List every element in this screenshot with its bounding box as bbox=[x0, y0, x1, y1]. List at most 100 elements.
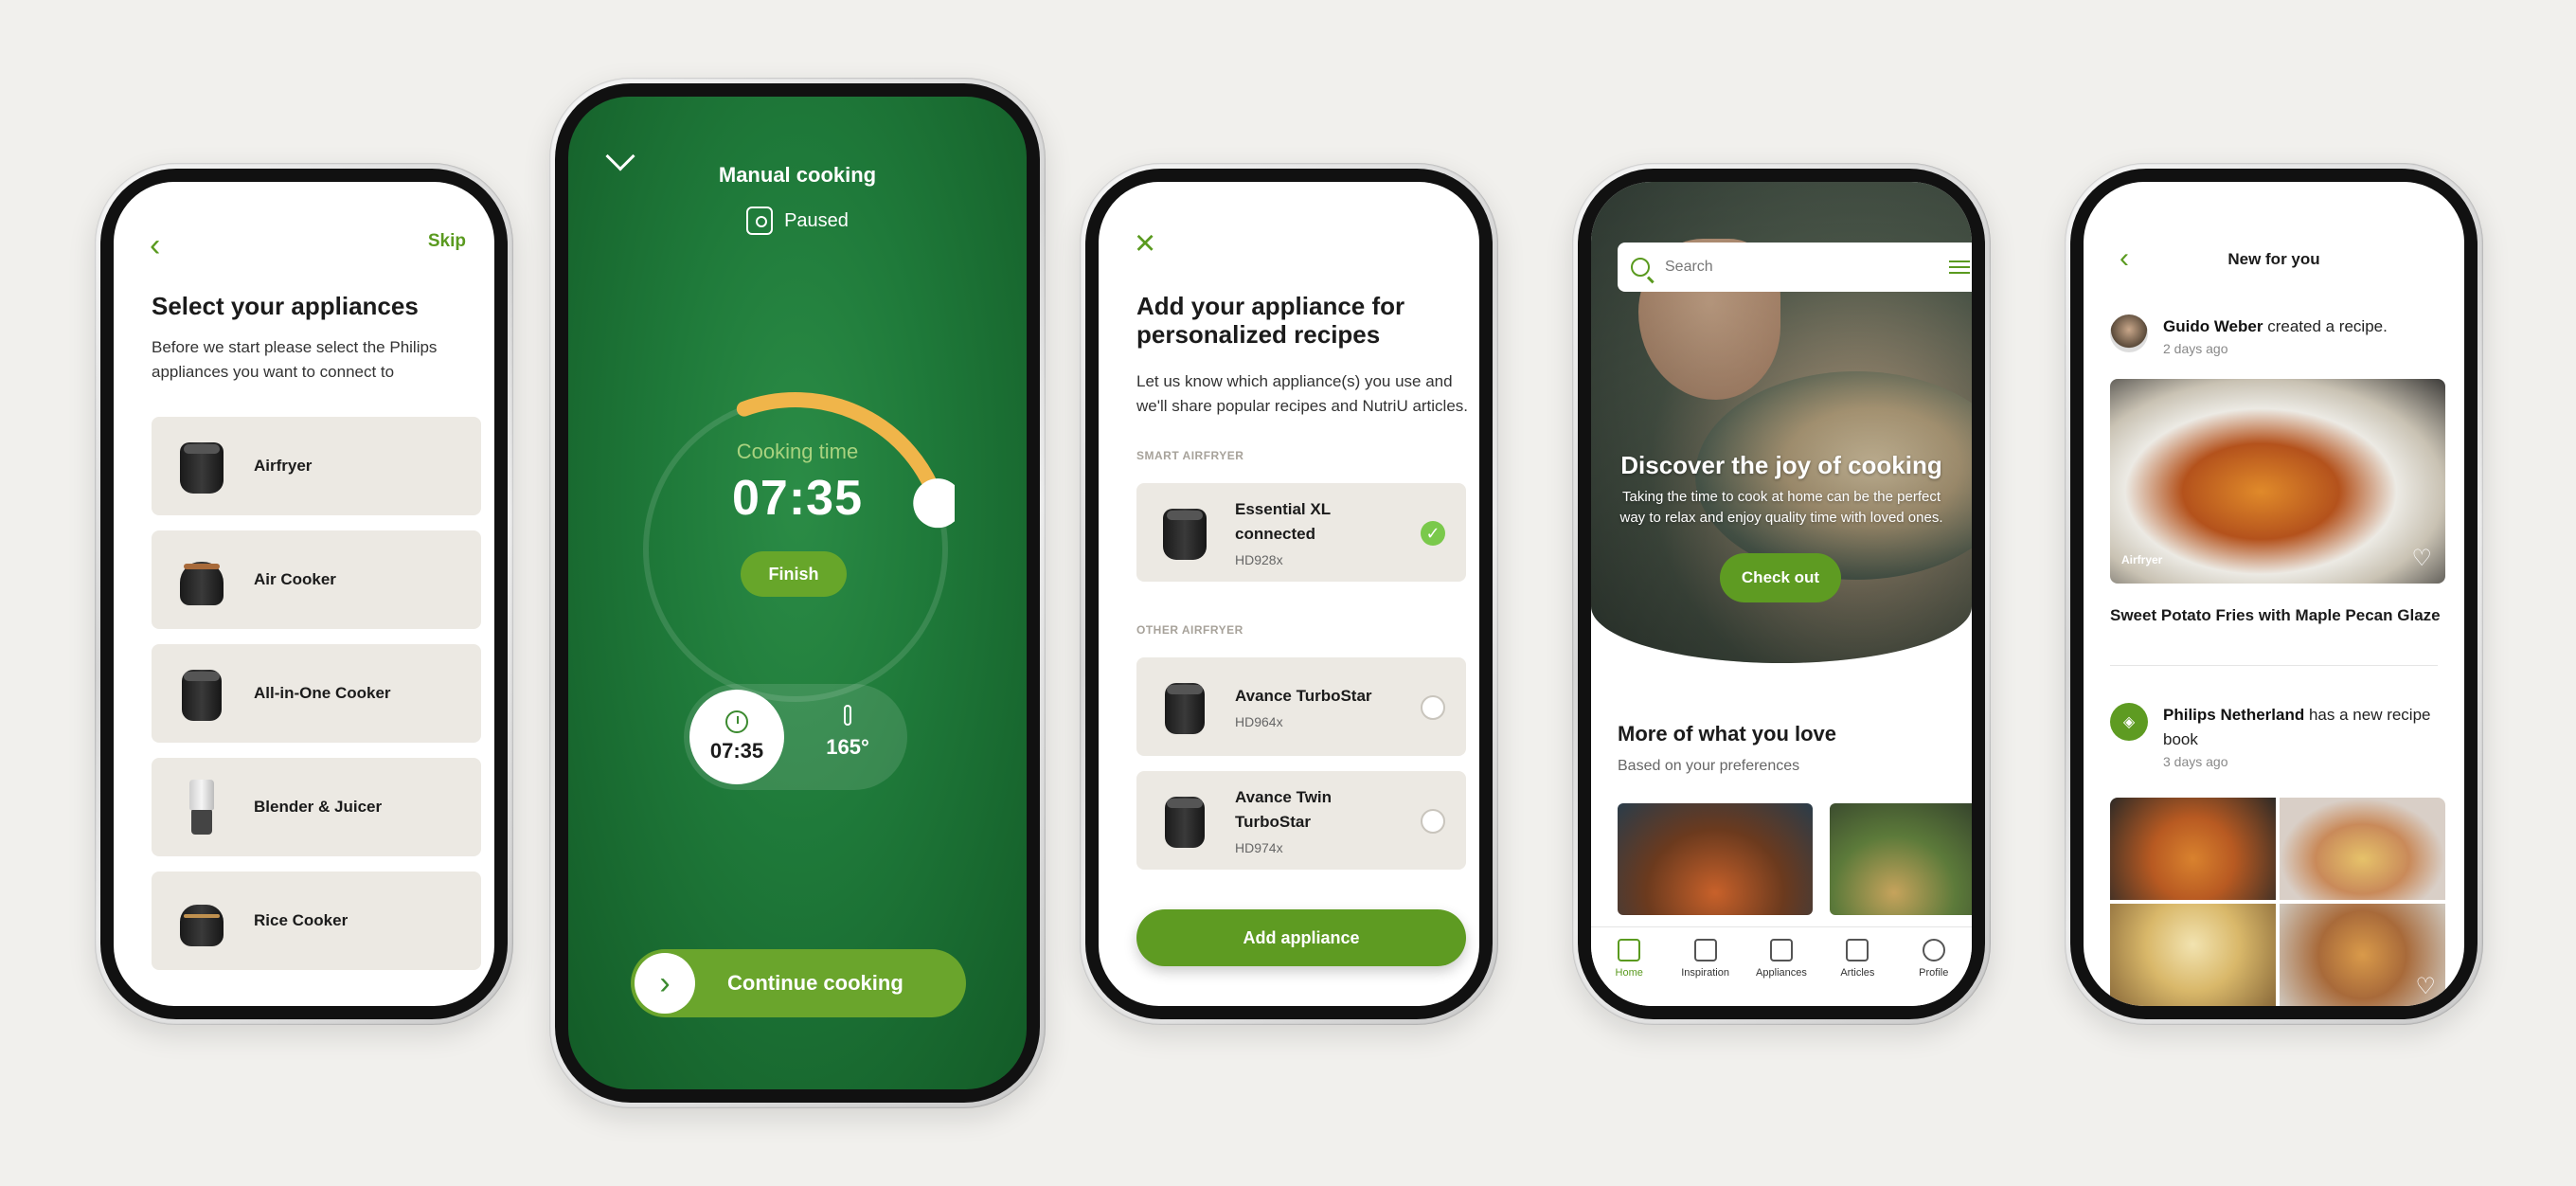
page-title: Add your appliance for personalized reci… bbox=[1136, 292, 1405, 349]
home-icon bbox=[1618, 939, 1641, 961]
screen-home: Search Discover the joy of cooking Takin… bbox=[1591, 182, 1972, 1006]
section-title: More of what you love bbox=[1618, 722, 1837, 746]
status-indicator: Paused bbox=[568, 207, 1027, 235]
page-title: Manual cooking bbox=[718, 163, 877, 187]
temperature-setting[interactable]: 165° bbox=[814, 705, 881, 760]
recipe-photo bbox=[2110, 904, 2276, 1006]
appliance-item-blender-juicer[interactable]: Blender & Juicer bbox=[152, 758, 481, 856]
appliance-option-avance-turbostar[interactable]: Avance TurboStar HD964x bbox=[1136, 657, 1466, 756]
appliance-item-all-in-one-cooker[interactable]: All-in-One Cooker bbox=[152, 644, 481, 743]
recipe-title[interactable]: Sweet Potato Fries with Maple Pecan Glaz… bbox=[2110, 606, 2441, 625]
nav-item-appliances[interactable]: Appliances bbox=[1748, 939, 1815, 979]
phone-add-appliance: × Add your appliance for personalized re… bbox=[1080, 163, 1498, 1025]
appliance-icon bbox=[746, 207, 774, 235]
section-label-other: OTHER AIRFRYER bbox=[1136, 623, 1243, 637]
recipe-thumbnail[interactable] bbox=[1830, 803, 1972, 915]
post-author[interactable]: Philips Netherland bbox=[2163, 706, 2304, 724]
radio-button[interactable] bbox=[1421, 809, 1445, 834]
bottom-nav: Home Inspiration Appliances Articles Pro… bbox=[1591, 926, 1972, 1006]
timer-setting[interactable]: 07:35 bbox=[689, 690, 784, 784]
post-action: created a recipe. bbox=[2263, 317, 2388, 335]
hero-subtitle: Taking the time to cook at home can be t… bbox=[1619, 489, 1943, 526]
check-out-button[interactable]: Check out bbox=[1720, 553, 1841, 602]
timer-value: 07:35 bbox=[709, 739, 764, 763]
nav-item-profile[interactable]: Profile bbox=[1901, 939, 1967, 979]
temperature-value: 165° bbox=[826, 735, 869, 759]
nav-item-inspiration[interactable]: Inspiration bbox=[1673, 939, 1739, 979]
continue-cooking-slider[interactable]: › Continue cooking bbox=[631, 949, 966, 1017]
appliance-item-airfryer[interactable]: Airfryer bbox=[152, 417, 481, 515]
appliance-option-essential-xl[interactable]: Essential XL connected HD928x ✓ bbox=[1136, 483, 1466, 582]
appliance-label: Air Cooker bbox=[254, 570, 336, 588]
search-bar[interactable]: Search bbox=[1618, 243, 1972, 292]
screen-add-appliance: × Add your appliance for personalized re… bbox=[1099, 182, 1479, 1006]
appliance-name: Avance Twin TurboStar bbox=[1235, 788, 1333, 831]
philips-shield-icon[interactable]: ◈ bbox=[2110, 703, 2148, 741]
appliance-model: HD964x bbox=[1235, 714, 1283, 729]
chef-hat-icon bbox=[1693, 939, 1717, 961]
recipe-photo bbox=[2110, 798, 2276, 900]
search-input[interactable]: Search bbox=[1665, 259, 1949, 276]
airfryer-image bbox=[1154, 789, 1216, 852]
divider bbox=[2110, 665, 2438, 666]
rice-cooker-image bbox=[170, 890, 233, 952]
screen-new-for-you: ‹ New for you Guido Weber created a reci… bbox=[2084, 182, 2464, 1006]
nav-item-home[interactable]: Home bbox=[1596, 939, 1662, 979]
post-time: 2 days ago bbox=[2163, 341, 2228, 356]
settings-pill: 07:35 165° bbox=[684, 684, 907, 790]
post-time: 3 days ago bbox=[2163, 754, 2228, 769]
page-title: Select your appliances bbox=[152, 292, 419, 320]
cooking-time-label: Cooking time bbox=[736, 440, 859, 463]
continue-label: Continue cooking bbox=[727, 971, 903, 995]
skip-button[interactable]: Skip bbox=[428, 231, 466, 252]
appliance-item-rice-cooker[interactable]: Rice Cooker bbox=[152, 872, 481, 970]
airfryer-image bbox=[1154, 675, 1216, 738]
recipe-photo: ♡ bbox=[2280, 904, 2445, 1006]
feed-post-header: Guido Weber created a recipe. 2 days ago bbox=[2110, 314, 2447, 358]
all-in-one-cooker-image bbox=[170, 662, 233, 725]
phone-manual-cooking: Manual cooking Paused Cooking time 07:35… bbox=[549, 78, 1046, 1108]
recipe-image[interactable]: Airfryer ♡ bbox=[2110, 379, 2445, 584]
profile-icon bbox=[1922, 939, 1945, 961]
filter-icon[interactable] bbox=[1949, 259, 1970, 276]
recipe-thumbnail[interactable] bbox=[1618, 803, 1813, 915]
check-icon[interactable]: ✓ bbox=[1421, 521, 1445, 546]
appliance-item-air-cooker[interactable]: Air Cooker bbox=[152, 530, 481, 629]
radio-button[interactable] bbox=[1421, 695, 1445, 720]
chevron-left-icon[interactable]: ‹ bbox=[150, 227, 160, 264]
finish-button[interactable]: Finish bbox=[741, 551, 847, 597]
chevron-right-icon[interactable]: › bbox=[635, 953, 695, 1014]
cooking-time-value: 07:35 bbox=[732, 471, 863, 526]
phone-home: Search Discover the joy of cooking Takin… bbox=[1572, 163, 1991, 1025]
page-subtitle: Let us know which appliance(s) you use a… bbox=[1136, 372, 1469, 415]
section-subtitle: Based on your preferences bbox=[1618, 758, 1800, 774]
recipe-photo bbox=[2280, 798, 2445, 900]
nav-label: Inspiration bbox=[1681, 967, 1729, 979]
nav-label: Appliances bbox=[1756, 967, 1807, 979]
page-title: New for you bbox=[2227, 250, 2320, 268]
appliance-model: HD974x bbox=[1235, 840, 1283, 855]
recipe-tag: Airfryer bbox=[2121, 553, 2163, 566]
post-author[interactable]: Guido Weber bbox=[2163, 317, 2263, 335]
appliance-label: Blender & Juicer bbox=[254, 798, 383, 816]
feed-post-header: ◈ Philips Netherland has a new recipe bo… bbox=[2110, 703, 2447, 771]
clock-icon bbox=[725, 710, 748, 733]
nav-item-articles[interactable]: Articles bbox=[1824, 939, 1890, 979]
status-text: Paused bbox=[784, 209, 849, 231]
screen-manual-cooking: Manual cooking Paused Cooking time 07:35… bbox=[568, 97, 1027, 1089]
heart-icon[interactable]: ♡ bbox=[2411, 548, 2432, 570]
add-appliance-button[interactable]: Add appliance bbox=[1136, 909, 1466, 966]
avatar[interactable] bbox=[2110, 314, 2148, 352]
section-label-smart: SMART AIRFRYER bbox=[1136, 449, 1244, 462]
blender-image bbox=[170, 776, 233, 838]
article-icon bbox=[1846, 939, 1869, 961]
appliance-option-avance-twin-turbostar[interactable]: Avance Twin TurboStar HD974x bbox=[1136, 771, 1466, 870]
phone-new-for-you: ‹ New for you Guido Weber created a reci… bbox=[2065, 163, 2483, 1025]
heart-icon[interactable]: ♡ bbox=[2415, 976, 2436, 998]
recipe-book-collage[interactable]: ♡ bbox=[2110, 798, 2445, 1006]
cooking-progress-ring bbox=[643, 392, 955, 702]
close-icon[interactable]: × bbox=[1135, 225, 1155, 261]
screen-select-appliances: ‹ Skip Select your appliances Before we … bbox=[114, 182, 494, 1006]
appliance-label: All-in-One Cooker bbox=[254, 684, 391, 702]
phone-select-appliances: ‹ Skip Select your appliances Before we … bbox=[95, 163, 513, 1025]
